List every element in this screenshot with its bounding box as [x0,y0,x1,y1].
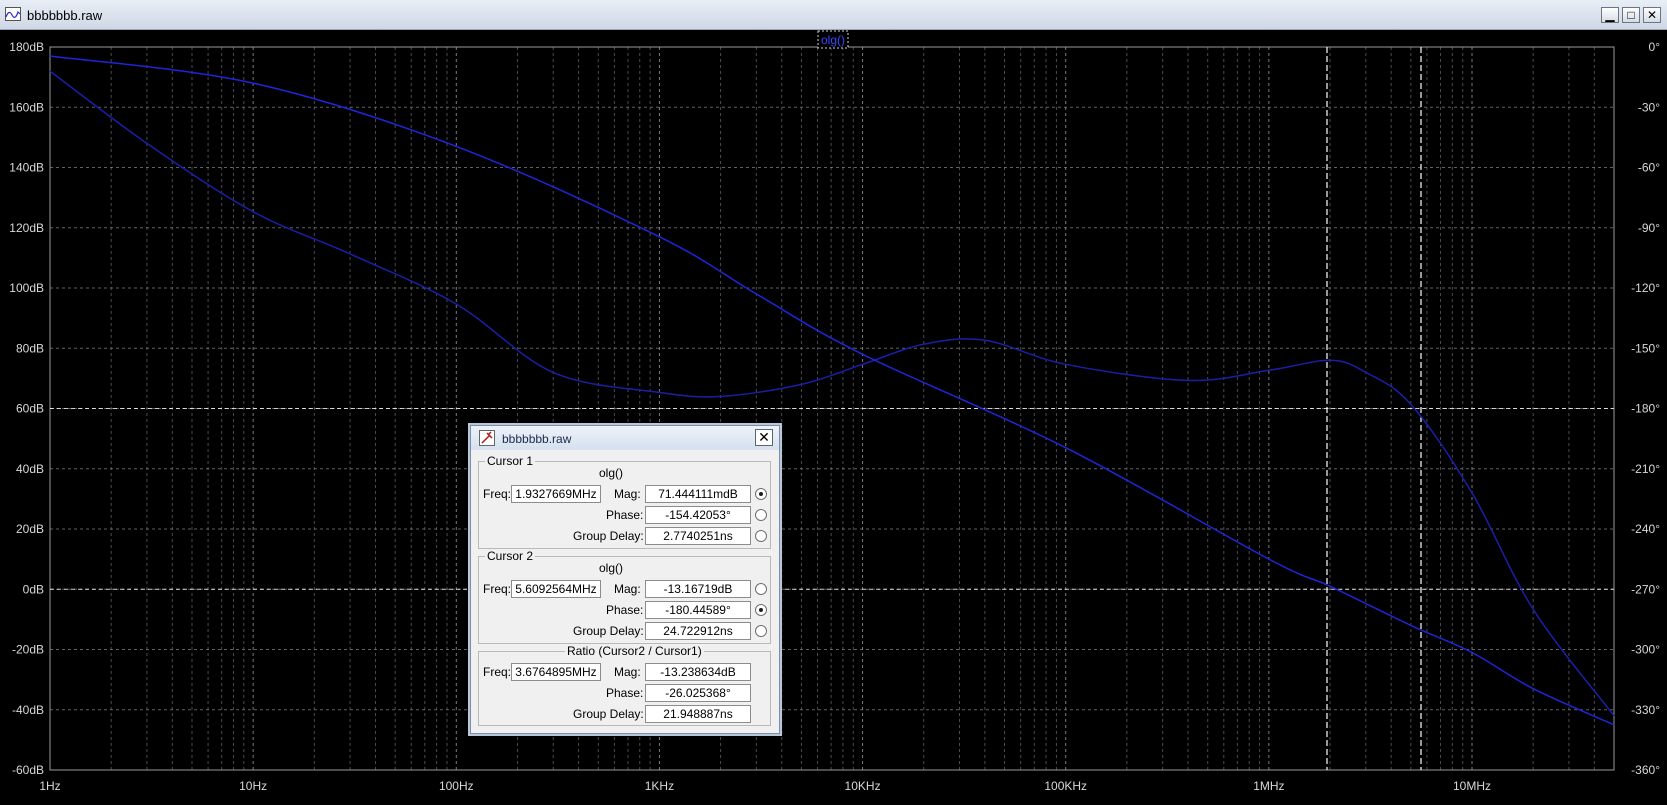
y-right-tick-label: 0° [1649,40,1661,54]
cursor1-phase-field[interactable]: -154.42053° [645,506,751,524]
cursor2-trace: olg() [599,561,624,575]
cursor1-mag-label: Mag: [614,487,641,501]
dialog-close-button[interactable]: ✕ [755,429,773,446]
cursor1-trace: olg() [599,466,624,480]
axis-tick-labels: 180dB 160dB 140dB 120dB 100dB 80dB 60dB 40dB 20d… [9,40,1660,793]
cursor1-phase-label: Phase: [606,508,644,522]
y-right-tick-label: -330° [1631,703,1660,717]
trace-label-box[interactable]: olg() [817,30,849,49]
y-left-tick-label: 80dB [16,341,44,355]
cursor2-phase-label: Phase: [606,603,644,617]
y-right-tick-label: -150° [1631,341,1660,355]
y-right-tick-label: -120° [1631,281,1660,295]
ltspice-probe-icon [479,430,495,446]
maximize-button[interactable]: □ [1622,7,1640,23]
y-right-tick-label: -90° [1638,221,1660,235]
close-button[interactable]: ✕ [1643,7,1661,23]
magnitude-trace[interactable] [49,55,1615,726]
ratio-freq-label: Freq: [483,665,512,679]
y-right-tick-label: -180° [1631,402,1660,416]
cursor1-group: Cursor 1 olg() Freq: 1.9327669MHz Mag: 7… [478,454,771,549]
x-tick-label: 1MHz [1253,779,1284,793]
trace-label[interactable]: olg() [821,33,845,47]
ratio-mag-field[interactable]: -13.238634dB [645,663,751,681]
cursor1-gd-field[interactable]: 2.7740251ns [645,527,751,545]
y-right-tick-label: -210° [1631,462,1660,476]
y-right-tick-label: -360° [1631,763,1660,777]
cursor1-gd-label: Group Delay: [573,529,644,543]
cursor1-mag-radio[interactable] [755,488,767,500]
bode-plot[interactable]: 180dB 160dB 140dB 120dB 100dB 80dB 60dB 40dB 20d… [0,30,1667,805]
cursor2-gd-field[interactable]: 24.722912ns [645,622,751,640]
cursor2-mag-field[interactable]: -13.16719dB [645,580,751,598]
cursor2-label: Cursor 2 [485,549,536,563]
cursor2-freq-label: Freq: [483,582,512,596]
x-tick-label: 100KHz [1044,779,1087,793]
cursor2-phase-field[interactable]: -180.44589° [645,601,751,619]
y-right-tick-label: -60° [1638,161,1660,175]
y-right-tick-label: -300° [1631,643,1660,657]
ratio-phase-field[interactable]: -26.025368° [645,684,751,702]
y-left-tick-label: 120dB [9,221,44,235]
y-left-tick-label: 20dB [16,522,44,536]
y-left-tick-label: 0dB [23,582,44,596]
waveform-app-icon [5,7,21,21]
x-tick-label: 100Hz [439,779,474,793]
cursor2-freq-field[interactable]: 5.6092564MHz [511,580,601,598]
dialog-title: bbbbbbb.raw [502,432,572,446]
cursor1-freq-label: Freq: [483,487,512,501]
y-right-tick-label: -270° [1631,582,1660,596]
cursor1-gd-radio[interactable] [755,530,767,542]
y-right-tick-label: -30° [1638,100,1660,114]
x-tick-label: 10Hz [239,779,267,793]
waveform-plot-pane[interactable]: 180dB 160dB 140dB 120dB 100dB 80dB 60dB 40dB 20d… [0,30,1667,805]
cursor2-mag-radio[interactable] [755,583,767,595]
ratio-label: Ratio (Cursor2 / Cursor1) [565,644,704,658]
cursor1-label: Cursor 1 [485,454,536,468]
y-right-tick-label: -240° [1631,522,1660,536]
y-left-tick-label: 180dB [9,40,44,54]
ratio-group: Ratio (Cursor2 / Cursor1) Freq: 3.676489… [478,644,771,726]
cursor1-mag-field[interactable]: 71.444111mdB [645,485,751,503]
y-left-tick-label: -60dB [12,763,44,777]
window-title: bbbbbbb.raw [27,8,103,23]
dialog-titlebar[interactable]: bbbbbbb.raw ✕ [471,426,779,450]
cursor2-gd-label: Group Delay: [573,624,644,638]
ratio-gd-label: Group Delay: [573,707,644,721]
cursor2-group: Cursor 2 olg() Freq: 5.6092564MHz Mag: -… [478,549,771,644]
ratio-mag-label: Mag: [614,665,641,679]
y-left-tick-label: -20dB [12,643,44,657]
y-left-tick-label: 140dB [9,161,44,175]
x-tick-label: 1KHz [645,779,674,793]
x-tick-label: 10KHz [845,779,881,793]
x-tick-label: 1Hz [39,779,60,793]
cursor2-phase-radio[interactable] [755,604,767,616]
y-left-tick-label: 60dB [16,402,44,416]
cursor2-gd-radio[interactable] [755,625,767,637]
ratio-phase-label: Phase: [606,686,644,700]
cursor2-mag-label: Mag: [614,582,641,596]
cursor-readout-dialog[interactable]: bbbbbbb.raw ✕ Cursor 1 olg() Freq: 1.932… [470,425,780,734]
ratio-freq-field[interactable]: 3.6764895MHz [511,663,601,681]
cursor1-phase-radio[interactable] [755,509,767,521]
x-tick-label: 10MHz [1453,779,1491,793]
window-titlebar[interactable]: bbbbbbb.raw ▁ □ ✕ [0,0,1667,30]
minimize-button[interactable]: ▁ [1601,7,1619,23]
cursor1-freq-field[interactable]: 1.9327669MHz [511,485,601,503]
y-left-tick-label: 160dB [9,100,44,114]
ratio-gd-field[interactable]: 21.948887ns [645,705,751,723]
y-left-tick-label: 100dB [9,281,44,295]
y-left-tick-label: 40dB [16,462,44,476]
y-left-tick-label: -40dB [12,703,44,717]
